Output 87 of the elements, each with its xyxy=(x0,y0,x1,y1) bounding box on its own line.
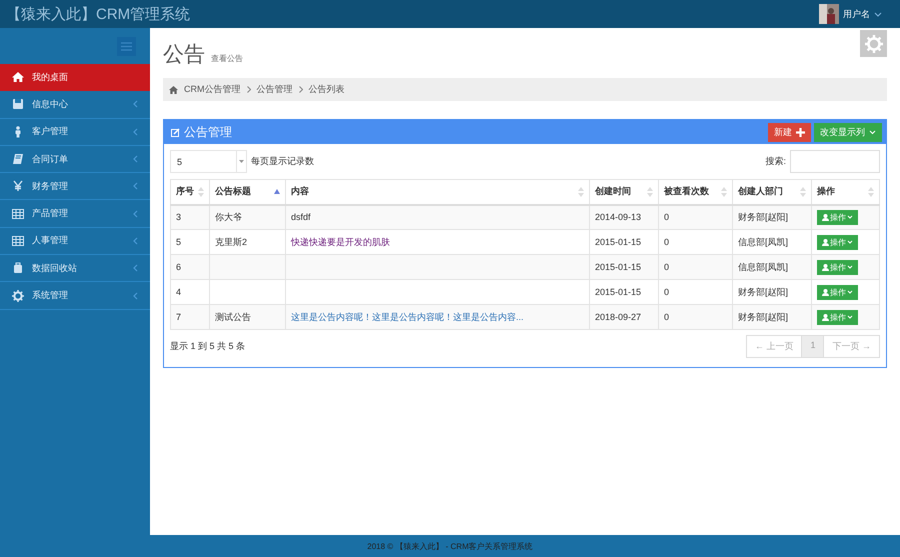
page-subtitle: 查看公告 xyxy=(211,53,243,64)
table-cell: 财务部[赵阳] xyxy=(738,312,788,322)
table-cell: 信息部[凤凯] xyxy=(738,236,788,246)
page-size-select[interactable]: 5 xyxy=(170,150,247,173)
copyright-text: 2018 © 【猿来入此】 - CRM客户关系管理系统 xyxy=(367,540,533,552)
menu-button[interactable] xyxy=(117,36,136,56)
column-header[interactable]: 序号 xyxy=(170,180,210,204)
table-cell: 4 xyxy=(176,287,182,297)
table-cell: 0 xyxy=(664,312,670,322)
chevron-down-icon xyxy=(847,315,853,319)
table-cell: 测试公告 xyxy=(215,312,251,322)
action-button[interactable]: 操作 xyxy=(817,284,858,300)
table-cell: 2014-09-13 xyxy=(595,212,642,222)
table-icon xyxy=(12,208,24,220)
person-icon xyxy=(822,314,829,320)
menu-icon xyxy=(121,42,132,50)
table-cell: 你大爷 xyxy=(215,212,242,222)
panel-title: 公告管理 xyxy=(184,124,233,140)
chevron-down-icon xyxy=(847,215,853,220)
table-cell: 0 xyxy=(664,287,670,297)
chevron-left-icon xyxy=(133,155,138,164)
chevron-left-icon xyxy=(133,182,138,190)
chevron-left-icon xyxy=(133,100,138,108)
yen-icon xyxy=(12,180,24,192)
table-cell: 信息部[凤凯] xyxy=(738,262,788,272)
action-button[interactable]: 操作 xyxy=(817,234,858,250)
table-cell: 2015-01-15 xyxy=(595,287,642,297)
settings-button[interactable] xyxy=(860,30,887,57)
chevron-down-icon xyxy=(847,240,853,244)
table-cell: dsfdf xyxy=(291,212,311,222)
book-icon xyxy=(12,153,24,166)
user-menu[interactable]: 用户名 xyxy=(819,4,882,24)
trash-bin-icon xyxy=(12,262,24,274)
chevron-down-icon xyxy=(847,265,853,269)
table-cell: 2018-09-27 xyxy=(595,312,642,322)
edit-icon xyxy=(171,128,180,136)
sidebar-item[interactable]: 信息中心 xyxy=(0,91,150,119)
plus-icon xyxy=(796,128,805,136)
columns-button[interactable]: 改变显示列 xyxy=(814,122,882,142)
app-title: 【猿来入此】CRM管理系统 xyxy=(6,4,190,24)
chevron-down-icon xyxy=(874,12,882,16)
person-icon xyxy=(822,214,829,221)
breadcrumb-link[interactable]: 公告管理 xyxy=(256,83,292,96)
page-title: 公告 xyxy=(163,42,205,68)
home-icon xyxy=(169,86,178,94)
breadcrumb-link[interactable]: CRM公告管理 xyxy=(184,83,240,96)
table-cell: 6 xyxy=(176,262,182,272)
chevron-left-icon xyxy=(133,128,138,136)
table-cell: 5 xyxy=(176,237,182,247)
new-button[interactable]: 新建 xyxy=(768,122,811,142)
chevron-left-icon xyxy=(133,264,138,272)
chevron-left-icon xyxy=(133,210,138,218)
table-info: 显示 1 到 5 共 5 条 xyxy=(170,340,246,353)
avatar-icon xyxy=(819,4,839,24)
chevron-right-icon xyxy=(298,86,302,93)
person-icon xyxy=(822,264,829,270)
action-button[interactable]: 操作 xyxy=(817,310,858,324)
sidebar-item[interactable]: 我的桌面 xyxy=(0,64,150,92)
settings-icon xyxy=(864,34,882,52)
search-label: 搜索: xyxy=(765,155,786,168)
action-button[interactable]: 操作 xyxy=(817,260,858,274)
chevron-left-icon xyxy=(133,292,138,300)
page-size-label: 每页显示记录数 xyxy=(251,155,314,168)
table-cell: 财务部[赵阳] xyxy=(738,212,788,222)
chevron-down-icon xyxy=(847,290,853,294)
chevron-down-icon xyxy=(869,130,876,134)
home-icon xyxy=(12,71,24,84)
table-cell: 0 xyxy=(664,262,670,272)
person-icon xyxy=(822,238,829,246)
table-cell: 7 xyxy=(176,312,182,322)
table-cell: 3 xyxy=(176,212,182,222)
search-field[interactable] xyxy=(790,150,880,173)
table-cell: 财务部[赵阳] xyxy=(738,286,788,296)
action-button[interactable]: 操作 xyxy=(817,210,858,225)
person-icon xyxy=(822,288,829,296)
content-link[interactable]: 快递快递要是开发的肌肤 xyxy=(291,236,390,246)
table-cell: 0 xyxy=(664,237,670,247)
table-cell: 0 xyxy=(664,212,670,222)
chevron-left-icon xyxy=(133,236,138,245)
chevron-right-icon xyxy=(246,86,250,93)
table-cell: 克里斯2 xyxy=(215,236,248,246)
table-cell: 2015-01-15 xyxy=(595,262,642,272)
table-cell: 2015-01-15 xyxy=(595,237,642,247)
breadcrumb-link[interactable]: 公告列表 xyxy=(308,83,344,96)
caret-down-icon xyxy=(239,160,244,163)
gear-icon xyxy=(12,290,24,302)
table-icon xyxy=(12,234,24,247)
